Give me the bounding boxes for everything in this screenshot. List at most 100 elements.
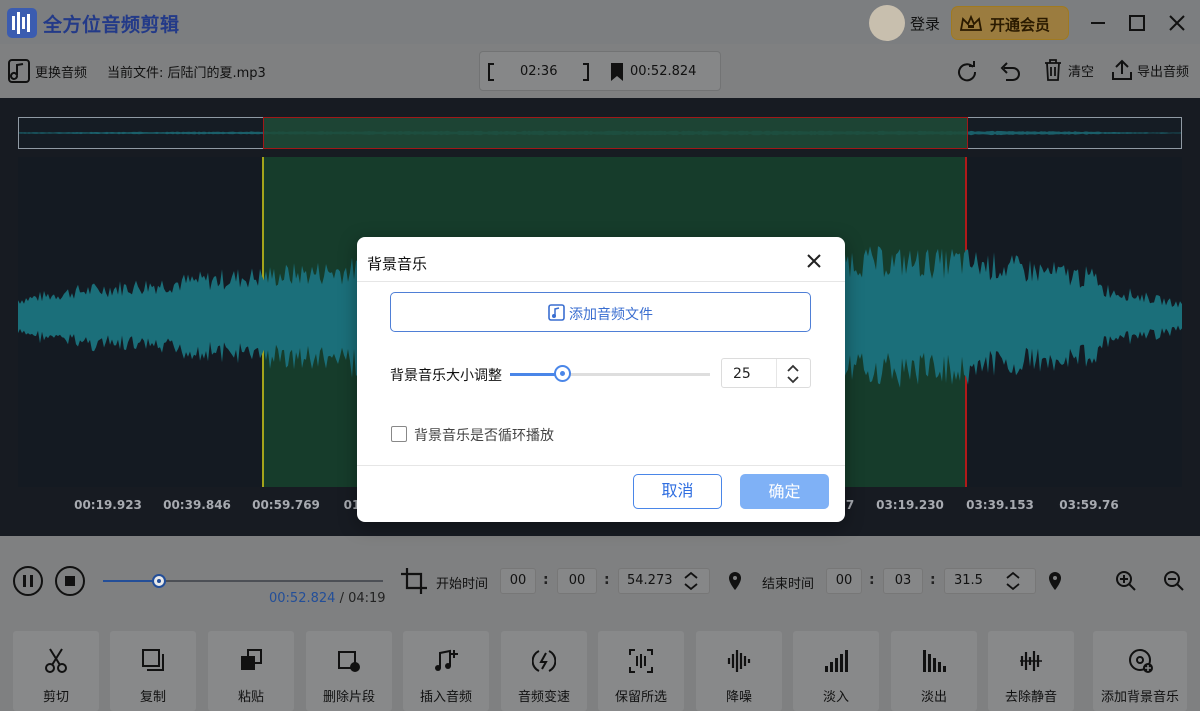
time-readout: 00:52.824 / 04:19 <box>269 591 386 606</box>
music-file-icon <box>548 304 565 321</box>
bracket-right-icon <box>583 63 589 81</box>
delete-segment-button[interactable]: 删除片段 <box>306 631 392 711</box>
change-audio-button[interactable]: 更换音频 <box>7 58 87 84</box>
colon: : <box>930 572 936 588</box>
divider <box>776 359 777 387</box>
playback-slider[interactable] <box>103 574 383 588</box>
app-title: 全方位音频剪辑 <box>43 14 180 36</box>
location-pin-icon[interactable] <box>1046 571 1064 591</box>
fade-out-button[interactable]: 淡出 <box>891 631 977 711</box>
fade-in-button[interactable]: 淡入 <box>793 631 879 711</box>
end-second-value: 31.5 <box>954 573 983 588</box>
speed-change-button[interactable]: 音频变速 <box>501 631 587 711</box>
duration-display: 02:36 <box>520 64 558 79</box>
end-time-label: 结束时间 <box>762 577 815 592</box>
time-display: 02:36 00:52.824 <box>479 51 721 91</box>
export-audio-button[interactable]: 导出音频 <box>1111 59 1189 81</box>
copy-icon <box>142 649 164 671</box>
maximize-icon[interactable] <box>1126 12 1148 34</box>
position-display: 00:52.824 <box>630 64 697 79</box>
dialog-title: 背景音乐 <box>367 255 428 273</box>
insert-audio-button[interactable]: 插入音频 <box>403 631 489 711</box>
function-label: 去除静音 <box>1004 690 1057 705</box>
music-file-icon <box>8 59 30 83</box>
function-label: 降噪 <box>725 690 752 705</box>
copy-button[interactable]: 复制 <box>110 631 196 711</box>
zoom-out-icon[interactable] <box>1163 570 1185 592</box>
cancel-button[interactable]: 取消 <box>633 474 722 509</box>
ok-button[interactable]: 确定 <box>740 474 829 509</box>
stepper-icon[interactable] <box>784 362 802 386</box>
function-label: 粘贴 <box>237 690 264 705</box>
add-audio-file-label: 添加音频文件 <box>569 307 653 323</box>
playback-knob[interactable] <box>152 574 166 588</box>
vip-button[interactable]: 开通会员 <box>951 6 1069 40</box>
start-second-value: 54.273 <box>627 573 673 588</box>
current-file-text: 当前文件: 后陆门的夏.mp3 <box>107 66 266 81</box>
volume-slider-knob[interactable] <box>554 365 571 382</box>
start-second-field[interactable]: 54.273 <box>618 568 710 594</box>
clear-button[interactable]: 清空 <box>1043 59 1094 81</box>
keep-selection-button[interactable]: 保留所选 <box>598 631 684 711</box>
pause-icon <box>23 575 33 587</box>
remove-silence-button[interactable]: 去除静音 <box>988 631 1074 711</box>
end-second-field[interactable]: 31.5 <box>944 568 1036 594</box>
volume-spinbox[interactable]: 25 <box>721 358 811 388</box>
cut-button[interactable]: 剪切 <box>13 631 99 711</box>
end-hour-field[interactable]: 00 <box>826 568 862 594</box>
close-window-icon[interactable] <box>1166 12 1188 34</box>
denoise-button[interactable]: 降噪 <box>696 631 782 711</box>
divider <box>357 465 845 466</box>
function-label: 插入音频 <box>419 690 472 705</box>
add-audio-file-button[interactable]: 添加音频文件 <box>390 292 811 332</box>
colon: : <box>543 572 549 588</box>
loop-label: 背景音乐是否循环播放 <box>414 428 554 444</box>
location-pin-icon[interactable] <box>726 571 744 591</box>
avatar[interactable] <box>869 5 905 41</box>
pause-button[interactable] <box>13 566 43 596</box>
login-link[interactable]: 登录 <box>910 13 940 34</box>
end-minute-field[interactable]: 03 <box>883 568 923 594</box>
crown-icon <box>959 14 983 31</box>
app-logo-icon <box>7 8 37 38</box>
add-bgm-icon <box>1129 649 1153 673</box>
add-bgm-button[interactable]: 添加背景音乐 <box>1093 631 1187 711</box>
stop-button[interactable] <box>55 566 85 596</box>
start-hour-field[interactable]: 00 <box>500 568 536 594</box>
colon: : <box>604 572 610 588</box>
overview-selection[interactable] <box>263 117 968 149</box>
close-icon[interactable] <box>803 250 825 272</box>
remove-silence-icon <box>1020 651 1042 671</box>
keep-selection-icon <box>629 649 653 673</box>
bracket-left-icon <box>488 63 494 81</box>
stepper-icon[interactable] <box>1003 570 1023 592</box>
volume-slider[interactable] <box>510 373 710 376</box>
paste-button[interactable]: 粘贴 <box>208 631 294 711</box>
start-minute-field[interactable]: 00 <box>557 568 597 594</box>
function-label: 删除片段 <box>322 690 375 705</box>
function-label: 添加背景音乐 <box>1100 690 1179 705</box>
undo-icon[interactable] <box>998 60 1022 82</box>
minimize-icon[interactable] <box>1087 12 1109 34</box>
function-label: 保留所选 <box>614 690 667 705</box>
tick-label: 00:39.846 <box>163 498 231 512</box>
total-time: / 04:19 <box>339 591 386 606</box>
divider <box>357 281 845 282</box>
redo-icon[interactable] <box>956 60 978 82</box>
export-icon <box>1112 59 1132 80</box>
function-bar: 剪切 复制 粘贴 删除片段 插入音频 音频变速 保留所选 降噪 淡入 淡出 去除… <box>0 626 1200 711</box>
background-music-dialog: 背景音乐 添加音频文件 背景音乐大小调整 25 背景音乐是否循环播放 取消 确定 <box>357 237 845 522</box>
playback-progress-fill <box>103 580 159 582</box>
tick-label: 7 <box>845 498 855 512</box>
speed-icon <box>532 650 556 672</box>
zoom-in-icon[interactable] <box>1115 570 1137 592</box>
overview-waveform[interactable] <box>18 117 1182 149</box>
start-time-label: 开始时间 <box>436 577 489 592</box>
playback-controls: 00:52.824 / 04:19 开始时间 00 : 00 : 54.273 … <box>0 536 1200 626</box>
stop-icon <box>65 576 75 586</box>
loop-checkbox[interactable] <box>391 426 407 442</box>
stepper-icon[interactable] <box>681 570 701 592</box>
function-label: 淡出 <box>920 690 947 705</box>
title-bar: 全方位音频剪辑 登录 开通会员 <box>0 0 1200 44</box>
clear-label: 清空 <box>1068 64 1095 80</box>
